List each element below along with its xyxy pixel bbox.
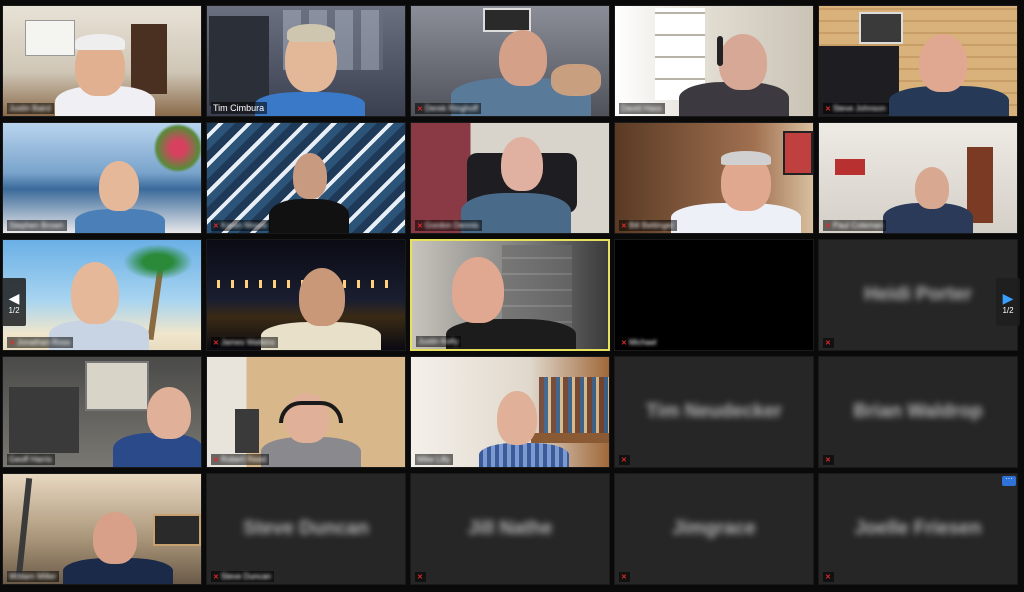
participant-tile[interactable]: ✕ Steve Johnson	[818, 5, 1018, 117]
participant-tile[interactable]: ✕ Karen Moore	[206, 122, 406, 234]
participant-name: ✕ Paul Coleman	[823, 220, 887, 231]
mic-muted-icon: ✕	[213, 339, 219, 347]
participant-tile[interactable]: Stephen Brown	[2, 122, 202, 234]
participant-tile[interactable]: ✕ Michael	[614, 239, 814, 351]
participant-display-name: Joelle Friesen	[854, 518, 982, 539]
gallery-grid: Justin Baird Tim Cimbura ✕ Derek Ringhoff…	[0, 5, 1024, 587]
participant-name: ✕	[823, 338, 834, 348]
page-indicator: 1/2	[8, 305, 20, 315]
participant-tile[interactable]: Mike Lilly	[410, 356, 610, 468]
participant-name: ✕	[823, 455, 834, 465]
participant-tile[interactable]: Brian Waldrop ✕	[818, 356, 1018, 468]
active-speaker-tile[interactable]: Justin Kelly	[410, 239, 610, 351]
participant-tile[interactable]: Steve Duncan ✕ Steve Duncan	[206, 473, 406, 585]
participant-tile[interactable]: Tim Neudecker ✕	[614, 356, 814, 468]
participant-tile[interactable]: Geoff Harris	[2, 356, 202, 468]
participant-tile[interactable]: ✕ Derek Ringhoff	[410, 5, 610, 117]
chevron-left-icon: ◀	[8, 289, 20, 306]
participant-display-name: Steve Duncan	[243, 518, 369, 539]
participant-display-name: Heidi Porter	[864, 284, 972, 305]
participant-display-name: Jill Nathe	[467, 518, 553, 539]
participant-name: ✕	[415, 572, 426, 582]
mic-muted-icon: ✕	[825, 457, 831, 464]
mic-muted-icon: ✕	[213, 222, 219, 230]
participant-name: ✕ Gordon Dennis	[415, 220, 482, 231]
participant-name: ✕ Derek Ringhoff	[415, 103, 482, 114]
chevron-right-icon: ▶	[1002, 289, 1014, 306]
participant-tile[interactable]: Heidi Porter ✕	[818, 239, 1018, 351]
participant-name: ✕	[823, 572, 834, 582]
participant-name: ✕ Steve Duncan	[211, 571, 275, 582]
mic-muted-icon: ✕	[213, 456, 219, 464]
participant-name: ✕ Robert Reed	[211, 454, 270, 465]
participant-tile[interactable]: Jimgrace ✕	[614, 473, 814, 585]
participant-tile[interactable]: ✕ Bill Bettinger	[614, 122, 814, 234]
participant-tile[interactable]: Joelle Friesen ✕	[818, 473, 1018, 585]
participant-tile[interactable]: Tim Cimbura	[206, 5, 406, 117]
mic-muted-icon: ✕	[621, 222, 627, 230]
participant-tile[interactable]: ✕ Jonathan Ross	[2, 239, 202, 351]
participant-tile[interactable]: ✕ Paul Coleman	[818, 122, 1018, 234]
mic-muted-icon: ✕	[825, 574, 831, 581]
more-options-icon[interactable]: ···	[1002, 475, 1016, 486]
participant-tile[interactable]: Justin Baird	[2, 5, 202, 117]
participant-tile[interactable]: David Hass	[614, 5, 814, 117]
participant-name: ✕ Jonathan Ross	[7, 337, 74, 348]
participant-name: ✕ James Watkins	[211, 337, 278, 348]
participant-display-name: Brian Waldrop	[853, 401, 983, 422]
participant-name: ✕ Karen Moore	[211, 220, 271, 231]
participant-name: ✕ Bill Bettinger	[619, 220, 677, 231]
participant-tile[interactable]: William Miller	[2, 473, 202, 585]
participant-tile[interactable]: Jill Nathe ✕	[410, 473, 610, 585]
mic-muted-icon: ✕	[621, 574, 627, 581]
participant-display-name: Tim Neudecker	[646, 401, 782, 422]
mic-muted-icon: ✕	[417, 222, 423, 230]
participant-name: William Miller	[7, 571, 60, 582]
previous-page-button[interactable]: ◀ 1/2	[2, 278, 26, 326]
mic-muted-icon: ✕	[825, 105, 831, 113]
participant-name: ✕	[619, 455, 630, 465]
participant-name: Stephen Brown	[7, 220, 67, 231]
participant-name: ✕ Michael	[619, 337, 660, 348]
participant-tile[interactable]: ✕ James Watkins	[206, 239, 406, 351]
mic-muted-icon: ✕	[417, 105, 423, 113]
next-page-button[interactable]: ▶ 1/2	[996, 278, 1020, 326]
mic-muted-icon: ✕	[621, 339, 627, 347]
mic-muted-icon: ✕	[417, 574, 423, 581]
participant-name: David Hass	[619, 103, 665, 114]
participant-name: Mike Lilly	[415, 454, 453, 465]
participant-tile[interactable]: ✕ Robert Reed	[206, 356, 406, 468]
participant-name: Geoff Harris	[7, 454, 55, 465]
participant-name: Tim Cimbura	[211, 102, 268, 114]
page-indicator: 1/2	[1002, 305, 1014, 315]
participant-tile[interactable]: ✕ Gordon Dennis	[410, 122, 610, 234]
participant-display-name: Jimgrace	[672, 518, 756, 539]
mic-muted-icon: ✕	[621, 457, 627, 464]
mic-muted-icon: ✕	[213, 573, 219, 581]
participant-name: ✕ Steve Johnson	[823, 103, 889, 114]
mic-muted-icon: ✕	[825, 340, 831, 347]
participant-name: Justin Baird	[7, 103, 54, 114]
mic-muted-icon: ✕	[9, 339, 15, 347]
mic-muted-icon: ✕	[825, 222, 831, 230]
participant-name: ✕	[619, 572, 630, 582]
participant-name: Justin Kelly	[416, 336, 462, 347]
